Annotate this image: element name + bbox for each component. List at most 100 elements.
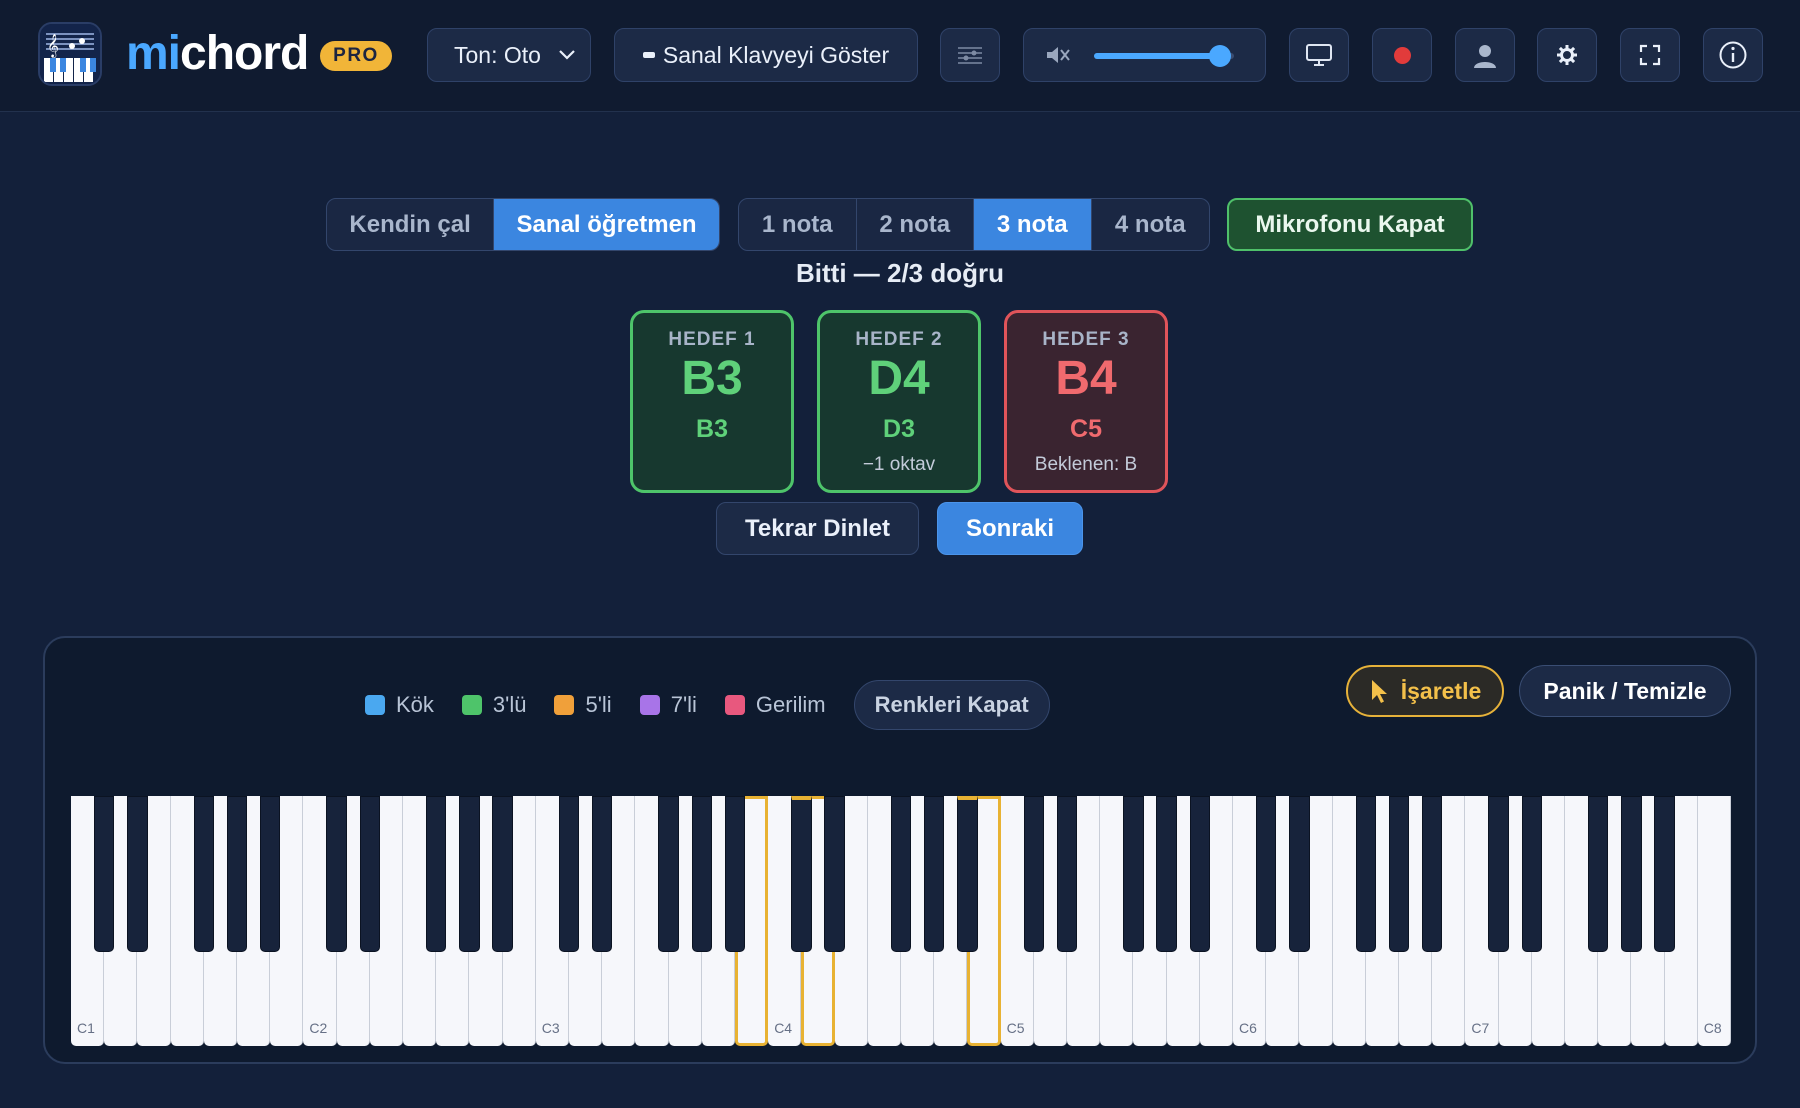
black-key-C#6[interactable] (1255, 796, 1277, 952)
octave-label: C2 (309, 1020, 328, 1036)
black-key-G#3[interactable] (691, 796, 713, 952)
top-bar: 𝄞 michord PRO Ton: Oto Sanal Klavyeyi Gö… (0, 0, 1800, 112)
app-name-prefix: mi (126, 27, 181, 80)
app-name-suffix: chord (180, 27, 309, 80)
note-count-4[interactable]: 4 nota (1092, 199, 1210, 250)
black-key-C#4[interactable] (791, 796, 812, 952)
panic-clear-button[interactable]: Panik / Temizle (1519, 665, 1731, 717)
fullscreen-button[interactable] (1620, 28, 1680, 82)
black-key-F#2[interactable] (425, 796, 447, 952)
black-key-A#2[interactable] (492, 796, 513, 952)
octave-label: C3 (541, 1020, 560, 1036)
piano-keyboard: C1 C2 C3 C4 C5 C6 C7 C8 (71, 796, 1731, 1046)
target-card: HEDEF 2 D4 D3 −1 oktav (817, 310, 981, 493)
black-key-A#4[interactable] (957, 796, 978, 952)
app-logo-icon: 𝄞 (38, 22, 102, 86)
black-key-A#1[interactable] (259, 796, 281, 952)
info-icon (1719, 41, 1747, 69)
black-key-C#5[interactable] (1023, 796, 1045, 952)
black-key-G#2[interactable] (459, 796, 480, 952)
target-card: HEDEF 3 B4 C5 Beklenen: B (1004, 310, 1168, 493)
cursor-icon (1371, 680, 1387, 703)
target-card-label: HEDEF 2 (855, 329, 943, 350)
octave-label: C1 (77, 1020, 95, 1036)
volume-slider-handle[interactable] (1209, 45, 1231, 67)
octave-label: C7 (1471, 1020, 1490, 1036)
display-button[interactable] (1289, 28, 1349, 82)
volume-slider-track[interactable] (1094, 45, 1234, 67)
volume-slider-fill (1094, 53, 1220, 59)
legend-swatch (639, 695, 660, 715)
black-key-A#5[interactable] (1189, 796, 1211, 952)
black-key-D#1[interactable] (127, 796, 148, 952)
black-key-F#7[interactable] (1587, 796, 1609, 952)
black-key-C#2[interactable] (326, 796, 347, 952)
black-key-F#3[interactable] (658, 796, 679, 952)
legend-swatch (554, 695, 575, 715)
white-key-C8[interactable]: C8 (1697, 796, 1731, 1046)
black-key-D#6[interactable] (1289, 796, 1310, 952)
black-key-G#5[interactable] (1156, 796, 1177, 952)
settings-button[interactable] (1537, 28, 1597, 82)
black-key-D#5[interactable] (1056, 796, 1078, 952)
legend-label: 5'li (585, 692, 612, 717)
tone-select[interactable]: Ton: Oto (427, 28, 591, 82)
black-key-A#3[interactable] (724, 796, 746, 952)
legend-label: 7'li (670, 692, 697, 717)
black-key-A#7[interactable] (1654, 796, 1675, 952)
black-key-G#4[interactable] (923, 796, 945, 952)
keyboard-dash-icon (642, 52, 655, 58)
result-status: Bitti — 2/3 doğru (796, 258, 1004, 288)
mic-off-button[interactable]: Mikrofonu Kapat (1227, 198, 1473, 251)
sheet-music-button[interactable] (940, 28, 1000, 82)
legend-label: 3'lü (492, 692, 527, 717)
black-key-D#7[interactable] (1521, 796, 1543, 952)
show-virtual-keyboard-label: Sanal Klavyeyi Göster (662, 41, 890, 68)
mode-switch: Kendin çal Sanal öğretmen (326, 198, 720, 251)
black-key-G#6[interactable] (1388, 796, 1410, 952)
next-button[interactable]: Sonraki (937, 502, 1083, 555)
black-key-G#7[interactable] (1621, 796, 1642, 952)
color-legend: Kök 3'lü 5'li 7'li Gerilim Renkleri Kapa… (365, 680, 1050, 730)
info-button[interactable] (1703, 28, 1763, 82)
mode-virtual-teacher[interactable]: Sanal öğretmen (494, 199, 719, 250)
black-key-F#5[interactable] (1123, 796, 1144, 952)
record-button[interactable] (1372, 28, 1432, 82)
black-key-F#4[interactable] (890, 796, 912, 952)
black-key-C#7[interactable] (1488, 796, 1509, 952)
legend-swatch (724, 695, 745, 715)
volume-control[interactable] (1023, 28, 1266, 82)
app-name: michord (126, 24, 309, 84)
note-count-3[interactable]: 3 nota (974, 199, 1092, 250)
black-key-G#1[interactable] (226, 796, 248, 952)
toggle-colors-button[interactable]: Renkleri Kapat (853, 680, 1050, 730)
black-key-D#2[interactable] (359, 796, 381, 952)
show-virtual-keyboard-button[interactable]: Sanal Klavyeyi Göster (614, 28, 918, 82)
black-key-D#3[interactable] (591, 796, 613, 952)
legend-label: Kök (396, 692, 434, 717)
mode-play-yourself[interactable]: Kendin çal (327, 199, 495, 250)
mark-button[interactable]: İşaretle (1346, 665, 1504, 717)
legend-root: Kök (365, 692, 434, 718)
speaker-muted-icon (1047, 47, 1070, 63)
black-key-D#4[interactable] (824, 796, 845, 952)
target-card-note: Beklenen: B (1034, 454, 1138, 475)
keyboard-panel: Kök 3'lü 5'li 7'li Gerilim Renkleri Kapa… (43, 636, 1757, 1064)
target-card-label: HEDEF 3 (1042, 329, 1130, 350)
played-note: D3 (883, 415, 915, 443)
replay-button[interactable]: Tekrar Dinlet (716, 502, 919, 555)
legend-third: 3'lü (461, 692, 527, 718)
black-key-C#1[interactable] (93, 796, 115, 952)
black-key-F#1[interactable] (193, 796, 215, 952)
user-button[interactable] (1455, 28, 1515, 82)
black-key-C#3[interactable] (558, 796, 580, 952)
target-note: B3 (681, 352, 743, 405)
monitor-icon (1306, 44, 1332, 66)
played-note: B3 (696, 415, 728, 443)
note-count-2[interactable]: 2 nota (857, 199, 974, 250)
black-key-F#6[interactable] (1355, 796, 1377, 952)
black-key-A#6[interactable] (1421, 796, 1443, 952)
note-count-1[interactable]: 1 nota (739, 199, 857, 250)
target-card-note: −1 oktav (862, 454, 936, 475)
note-count-switch: 1 nota 2 nota 3 nota 4 nota (738, 198, 1210, 251)
